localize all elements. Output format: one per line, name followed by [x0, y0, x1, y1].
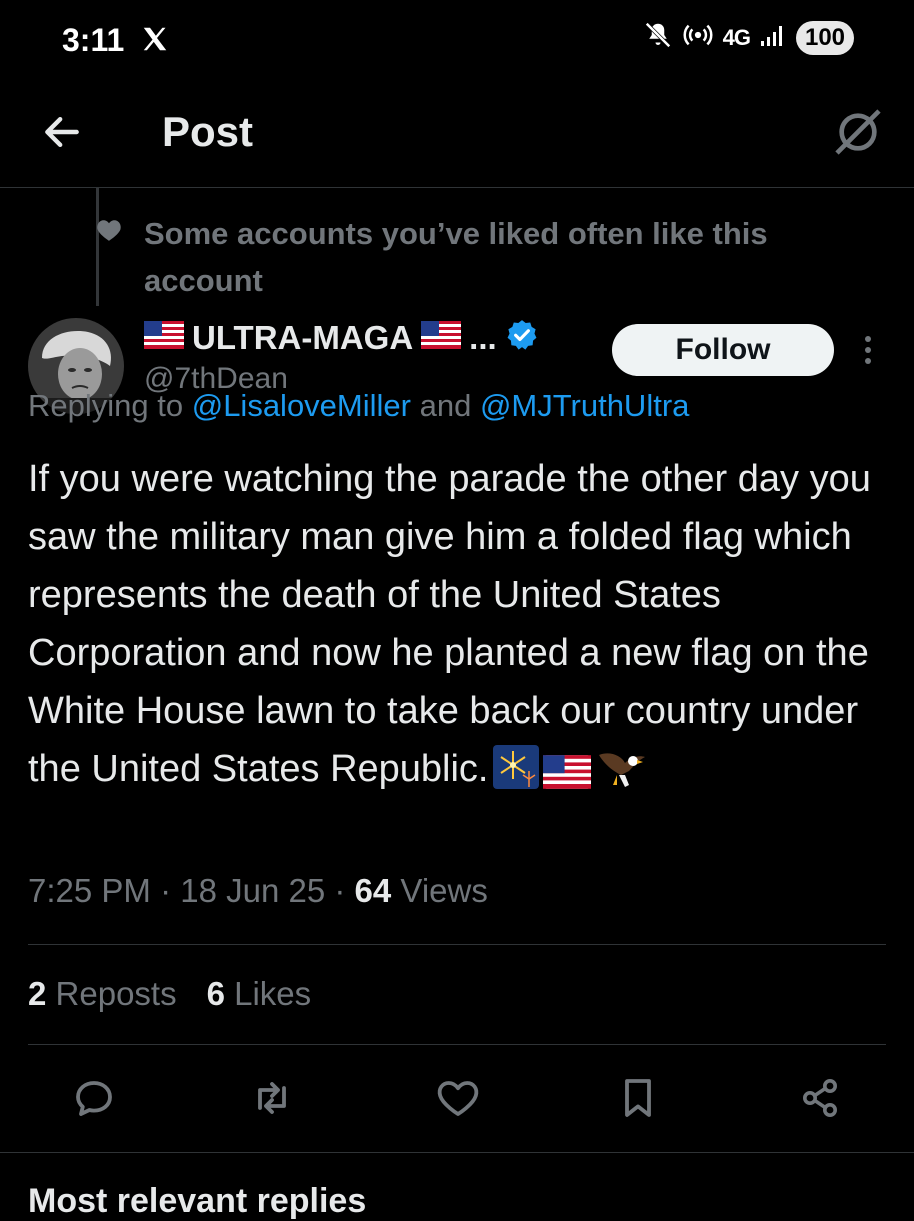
replies-sort-heading[interactable]: Most relevant replies — [28, 1182, 366, 1221]
reposts-stat[interactable]: 2 Reposts — [28, 975, 177, 1013]
follow-button[interactable]: Follow — [612, 324, 834, 376]
back-arrow-icon[interactable] — [40, 110, 84, 159]
post-time[interactable]: 7:25 PM — [28, 872, 151, 909]
signal-icon — [760, 23, 786, 52]
fireworks-icon — [492, 745, 539, 806]
eagle-icon — [595, 745, 647, 806]
thread-line — [96, 188, 99, 306]
author-display-name[interactable]: ULTRA-MAGA — [192, 319, 413, 357]
divider — [28, 1044, 886, 1045]
like-icon[interactable] — [434, 1074, 482, 1127]
status-icons: 4G 100 — [643, 20, 854, 55]
author-name-row: ULTRA-MAGA ... — [144, 318, 539, 357]
views-label: Views — [391, 872, 488, 909]
action-bar — [0, 1074, 914, 1134]
reposts-count: 2 — [28, 975, 47, 1012]
heart-icon — [96, 218, 122, 247]
meta-separator: · — [325, 872, 355, 909]
likes-label: Likes — [224, 975, 312, 1012]
reply-icon[interactable] — [70, 1074, 118, 1127]
mention-link[interactable]: @LisaloveMiller — [192, 388, 411, 423]
grok-icon[interactable] — [830, 104, 886, 165]
repost-icon[interactable] — [248, 1074, 296, 1127]
mention-link[interactable]: @MJTruthUltra — [480, 388, 689, 423]
more-options-icon[interactable] — [862, 334, 874, 371]
replying-prefix: Replying to — [28, 388, 192, 423]
us-flag-icon — [144, 321, 184, 354]
divider — [0, 1152, 914, 1153]
social-context-text: Some accounts you’ve liked often like th… — [144, 216, 768, 298]
post-metadata: 7:25 PM · 18 Jun 25 · 64 Views — [28, 872, 488, 910]
post-text-content: If you were watching the parade the othe… — [28, 458, 871, 790]
share-icon[interactable] — [796, 1074, 844, 1127]
network-label: 4G — [722, 24, 751, 50]
hotspot-icon — [683, 20, 713, 55]
page-title: Post — [162, 108, 254, 155]
divider — [28, 944, 886, 945]
replies-heading-label: Most relevant replies — [28, 1182, 367, 1220]
post-header: Post — [0, 92, 914, 188]
us-flag-icon — [542, 748, 591, 806]
verified-badge-icon — [505, 318, 539, 357]
post-text: If you were watching the parade the othe… — [28, 450, 898, 806]
views-count: 64 — [354, 872, 392, 909]
author-name-ellipsis: ... — [469, 318, 497, 356]
replying-to: Replying to @LisaloveMiller and @MJTruth… — [28, 388, 689, 424]
reposts-label: Reposts — [46, 975, 177, 1012]
bookmark-icon[interactable] — [614, 1074, 662, 1127]
mute-icon — [643, 20, 673, 55]
post-date[interactable]: 18 Jun 25 — [180, 872, 325, 909]
likes-stat[interactable]: 6 Likes — [207, 975, 312, 1013]
x-logo-icon — [140, 24, 170, 59]
meta-separator: · — [150, 872, 181, 909]
replying-joiner: and — [410, 388, 480, 423]
us-flag-icon — [421, 321, 462, 354]
engagement-stats: 2 Reposts 6 Likes — [28, 975, 311, 1013]
battery-indicator: 100 — [796, 20, 854, 55]
status-bar: 3:11 4G 100 — [0, 0, 914, 80]
status-time: 3:11 — [62, 22, 125, 58]
likes-count: 6 — [206, 975, 225, 1012]
